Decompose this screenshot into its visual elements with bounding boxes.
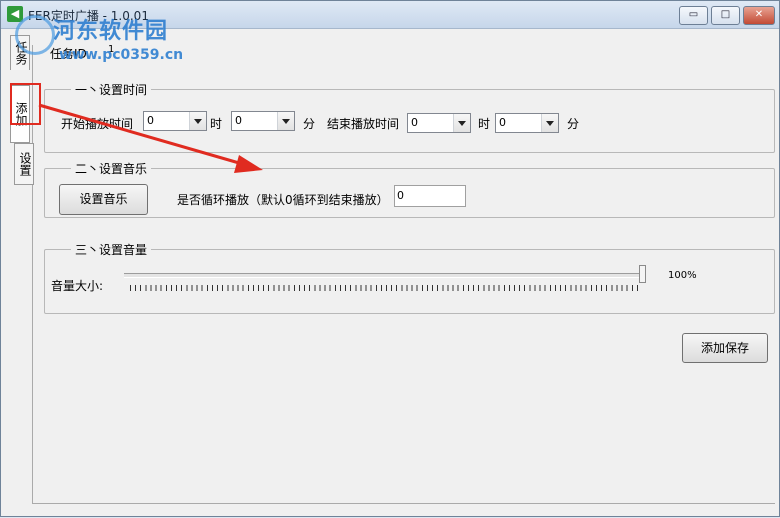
annotation-arrow-line	[38, 103, 247, 167]
annotation-arrow-head	[234, 155, 263, 173]
app-window: ◀ FER定时广播 - 1.0.01 ▭ □ ✕ 任务 添加 设置 任务ID 1…	[0, 0, 780, 517]
annotation-arrow	[38, 103, 263, 173]
